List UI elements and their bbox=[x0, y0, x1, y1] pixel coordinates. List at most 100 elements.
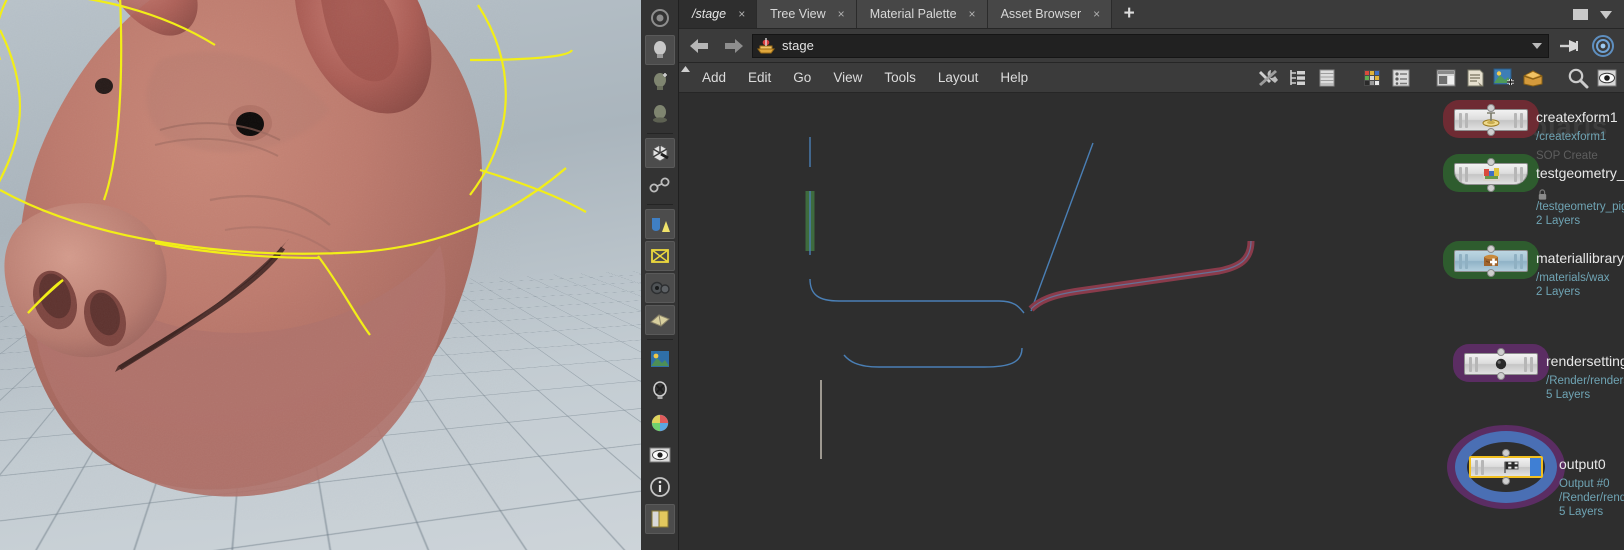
path-input[interactable]: stage bbox=[752, 33, 1549, 58]
menu-edit[interactable]: Edit bbox=[737, 63, 782, 93]
selection-box-icon[interactable] bbox=[644, 241, 675, 271]
path-bar[interactable]: stage bbox=[679, 29, 1624, 63]
menu-tools[interactable]: Tools bbox=[873, 63, 927, 93]
node-input-connector[interactable] bbox=[1487, 104, 1495, 112]
add-light-icon[interactable] bbox=[645, 67, 675, 97]
viewport-3d[interactable] bbox=[0, 0, 641, 550]
network-editor-panel: /stage × Tree View × Material Palette × … bbox=[679, 0, 1624, 550]
tab-tree-view[interactable]: Tree View × bbox=[757, 0, 857, 28]
network-menu-bar[interactable]: Add Edit Go View Tools Layout Help bbox=[679, 63, 1624, 93]
tree-list-icon[interactable] bbox=[1284, 65, 1311, 91]
node-layers: 2 Layers bbox=[1536, 215, 1581, 227]
layout-list-icon[interactable] bbox=[1387, 65, 1414, 91]
node-flag-bars bbox=[1515, 354, 1537, 374]
target-button[interactable] bbox=[1589, 33, 1617, 59]
tab-material-palette[interactable]: Material Palette × bbox=[856, 0, 988, 28]
node-label: materiallibrary1 bbox=[1536, 250, 1624, 266]
info-icon[interactable] bbox=[645, 472, 675, 502]
maximize-icon[interactable] bbox=[1573, 9, 1588, 20]
color-palette-grid-icon[interactable] bbox=[1358, 65, 1385, 91]
node-path: /Render/rendersettings1 bbox=[1546, 375, 1624, 387]
viewport-vertical-toolbar[interactable] bbox=[641, 0, 679, 550]
node-flag-bars bbox=[1455, 110, 1477, 130]
light-bulb-icon[interactable] bbox=[644, 35, 675, 65]
search-icon[interactable] bbox=[1564, 65, 1591, 91]
panes-layout-icon[interactable] bbox=[1432, 65, 1459, 91]
pin-button[interactable] bbox=[1555, 33, 1583, 59]
handle-tumble-icon[interactable] bbox=[644, 138, 675, 168]
tab-close-icon[interactable]: × bbox=[1093, 8, 1100, 20]
node-layers: 2 Layers bbox=[1536, 286, 1581, 298]
snapping-icon[interactable] bbox=[645, 170, 675, 200]
tab-close-icon[interactable]: × bbox=[969, 8, 976, 20]
wire-camera-to-merge bbox=[1030, 142, 1094, 312]
tab-stage[interactable]: /stage × bbox=[679, 0, 758, 28]
wire-materiallibrary-to-merge bbox=[809, 278, 1025, 314]
stage-node-icon bbox=[757, 37, 775, 53]
list-lines-icon[interactable] bbox=[1313, 65, 1340, 91]
node-body[interactable] bbox=[1454, 163, 1528, 185]
node-layers: 5 Layers bbox=[1559, 506, 1604, 518]
tab-asset-browser[interactable]: Asset Browser × bbox=[987, 0, 1113, 28]
eye-visibility-icon[interactable] bbox=[645, 440, 675, 470]
pighead-render bbox=[0, 0, 641, 550]
light-linker-icon[interactable] bbox=[645, 99, 675, 129]
node-input-connector[interactable] bbox=[1487, 245, 1495, 253]
menu-go[interactable]: Go bbox=[782, 63, 822, 93]
panel-menu-icon[interactable] bbox=[1600, 10, 1612, 19]
tools-wrench-icon[interactable] bbox=[1255, 65, 1282, 91]
camera-lens-icon[interactable] bbox=[644, 273, 675, 303]
color-wheel-icon[interactable] bbox=[645, 408, 675, 438]
add-image-icon[interactable] bbox=[1490, 65, 1517, 91]
geometry-flat-icon[interactable] bbox=[644, 305, 675, 335]
paint-bucket-icon[interactable] bbox=[644, 209, 675, 239]
tab-close-icon[interactable]: × bbox=[738, 8, 745, 20]
window-controls[interactable] bbox=[1573, 0, 1618, 29]
node-input-connector[interactable] bbox=[1502, 449, 1510, 457]
eye-display-icon[interactable] bbox=[1593, 65, 1620, 91]
node-output-connector[interactable] bbox=[1487, 128, 1495, 136]
node-layers: 5 Layers bbox=[1546, 389, 1591, 401]
menu-layout[interactable]: Layout bbox=[927, 63, 990, 93]
node-label: createxform1 bbox=[1536, 109, 1618, 125]
node-output-connector[interactable] bbox=[1502, 477, 1510, 485]
asset-box-icon[interactable] bbox=[1519, 65, 1546, 91]
menu-view[interactable]: View bbox=[822, 63, 873, 93]
node-flag-bars bbox=[1505, 251, 1527, 271]
node-flag-bars bbox=[1505, 164, 1527, 184]
node-type-label: SOP Create bbox=[1536, 150, 1598, 162]
network-toolbar-icons[interactable] bbox=[1255, 65, 1624, 91]
forward-button[interactable] bbox=[719, 34, 746, 58]
wire-domelight-core bbox=[1030, 240, 1252, 310]
node-output-connector[interactable] bbox=[1487, 184, 1495, 192]
node-body[interactable] bbox=[1469, 456, 1543, 478]
network-graph-canvas[interactable]: Solaris createxform1 /createxform1 SOP C… bbox=[679, 95, 1624, 550]
node-label: output0 bbox=[1559, 456, 1606, 472]
viewport-camera-icon[interactable] bbox=[645, 3, 675, 33]
no-light-icon[interactable] bbox=[645, 376, 675, 406]
wire-merge-to-rendersettings bbox=[843, 347, 1023, 368]
node-flag-bars bbox=[1455, 251, 1477, 271]
sop-create-icon bbox=[1477, 167, 1505, 182]
menu-drag-handle[interactable] bbox=[679, 63, 691, 93]
node-path: /createxform1 bbox=[1536, 131, 1607, 143]
houdini-window: /stage × Tree View × Material Palette × … bbox=[0, 0, 1624, 550]
menu-help[interactable]: Help bbox=[989, 63, 1039, 93]
panel-tab-bar[interactable]: /stage × Tree View × Material Palette × … bbox=[679, 0, 1624, 29]
node-input-connector[interactable] bbox=[1487, 158, 1495, 166]
tab-close-icon[interactable]: × bbox=[838, 8, 845, 20]
notes-icon[interactable] bbox=[1461, 65, 1488, 91]
image-material-icon[interactable] bbox=[645, 344, 675, 374]
node-output-connector[interactable] bbox=[1497, 372, 1505, 380]
node-flag-bars bbox=[1455, 164, 1477, 184]
back-button[interactable] bbox=[686, 34, 713, 58]
tab-label: Asset Browser bbox=[1000, 7, 1082, 21]
node-output-connector[interactable] bbox=[1487, 269, 1495, 277]
add-tab-button[interactable]: + bbox=[1112, 0, 1147, 28]
toolbar-divider bbox=[646, 339, 673, 340]
pighead-svg bbox=[0, 0, 587, 520]
menu-add[interactable]: Add bbox=[691, 63, 737, 93]
layout-grid-icon[interactable] bbox=[644, 504, 675, 534]
chevron-down-icon[interactable] bbox=[1532, 42, 1542, 49]
node-input-connector[interactable] bbox=[1497, 348, 1505, 356]
